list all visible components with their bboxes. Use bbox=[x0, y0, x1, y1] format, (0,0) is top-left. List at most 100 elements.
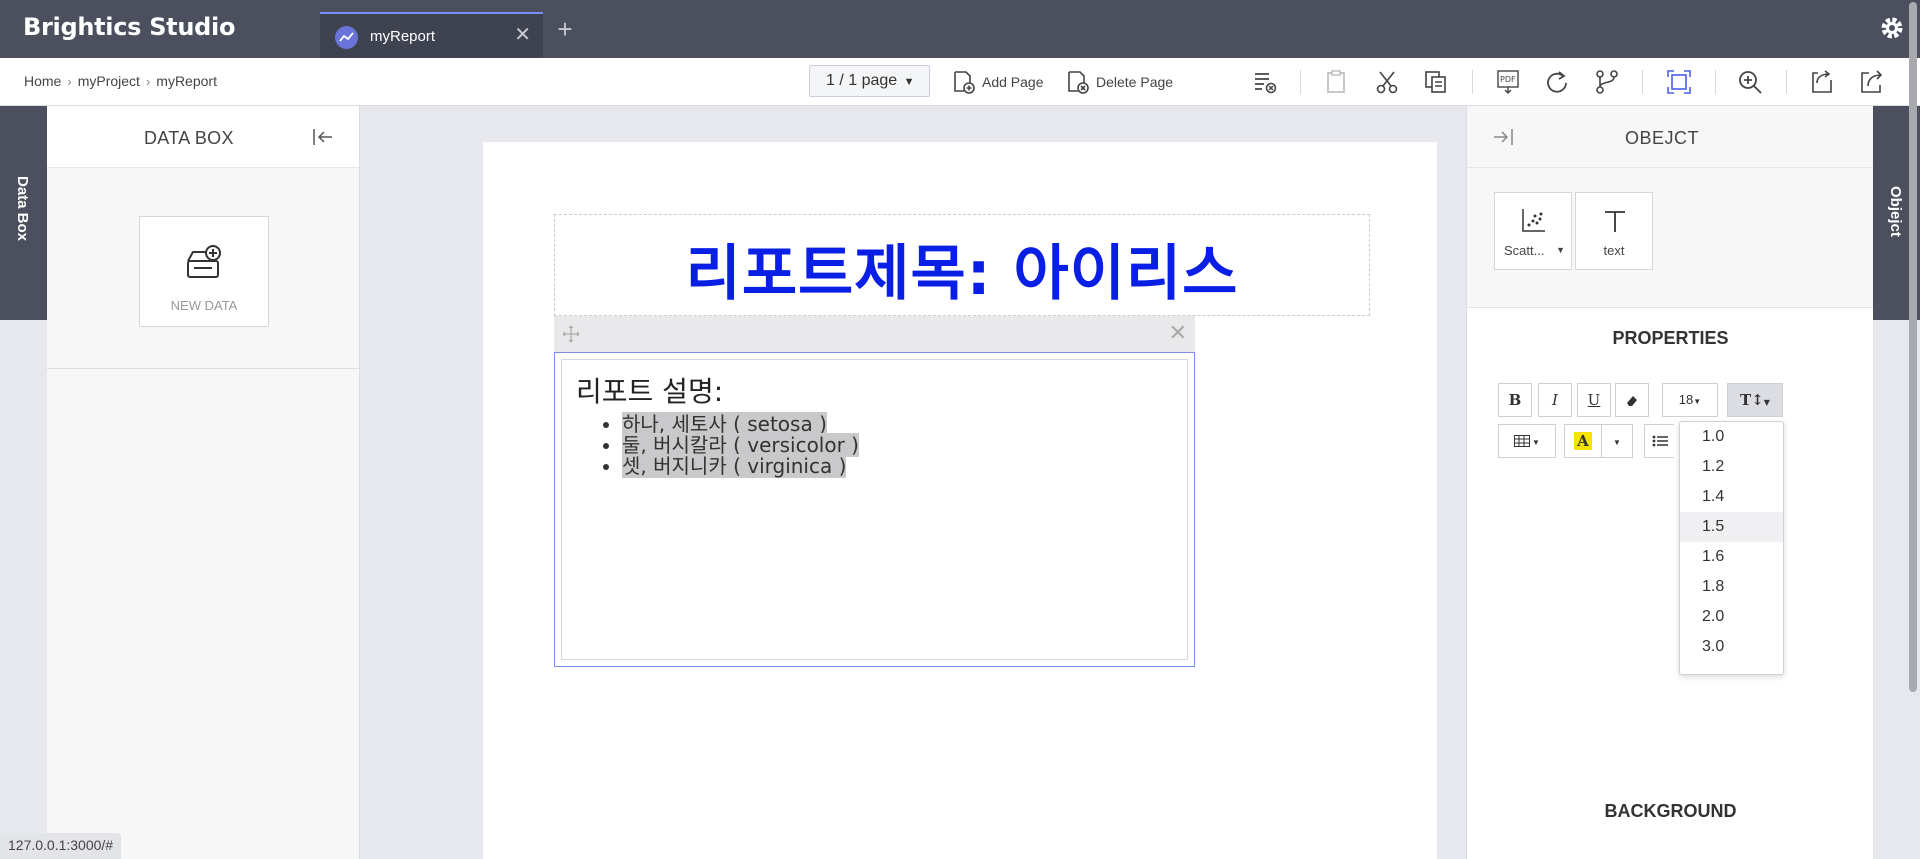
refresh-icon[interactable] bbox=[1543, 68, 1571, 96]
data-box-panel: DATA BOX NEW DATA bbox=[47, 106, 360, 859]
font-size-value: 18 bbox=[1678, 392, 1694, 407]
underline-button[interactable]: U bbox=[1577, 383, 1611, 417]
eraser-button[interactable] bbox=[1615, 383, 1649, 417]
dropdown-option[interactable]: 2.0 bbox=[1680, 602, 1783, 632]
dropdown-option[interactable]: 1.8 bbox=[1680, 572, 1783, 602]
line-height-icon: T↕ bbox=[1740, 391, 1764, 409]
tab-label: myReport bbox=[370, 28, 436, 45]
delete-page-label: Delete Page bbox=[1096, 74, 1174, 90]
dropdown-option[interactable]: 1.4 bbox=[1680, 482, 1783, 512]
object-panel-title: OBEJCT bbox=[1625, 128, 1700, 148]
description-heading: 리포트 설명: bbox=[576, 375, 724, 408]
tab-myreport[interactable]: myReport ✕ bbox=[320, 12, 543, 58]
bullet-list-icon bbox=[1652, 435, 1668, 447]
pdf-export-icon[interactable]: PDF bbox=[1494, 68, 1522, 96]
page-select-label: 1 / 1 page bbox=[826, 72, 898, 89]
italic-button[interactable]: I bbox=[1538, 383, 1572, 417]
new-data-button[interactable]: NEW DATA bbox=[139, 216, 269, 327]
branch-icon[interactable] bbox=[1593, 68, 1621, 96]
scatter-object-button[interactable]: Scatt... ▼ bbox=[1494, 192, 1572, 270]
bold-button[interactable]: B bbox=[1498, 383, 1532, 417]
toolbar-divider bbox=[1300, 70, 1301, 94]
object-side-tab-label: Objejct bbox=[1887, 186, 1904, 237]
move-icon[interactable] bbox=[562, 325, 580, 343]
text-widget[interactable]: 리포트 설명: 하나, 세토사 ( setosa ) 둘, 버시칼라 ( ver… bbox=[554, 352, 1195, 667]
copy-icon[interactable] bbox=[1422, 68, 1450, 96]
top-bar: Brightics Studio myReport ✕ + bbox=[0, 0, 1920, 58]
fit-frame-icon[interactable] bbox=[1665, 68, 1693, 96]
toolbar-divider bbox=[1715, 70, 1716, 94]
highlight-icon: A bbox=[1574, 432, 1592, 450]
add-tab-button[interactable]: + bbox=[547, 14, 583, 50]
gear-icon[interactable] bbox=[1878, 14, 1906, 42]
add-page-icon bbox=[954, 71, 975, 94]
object-panel: OBEJCT Scatt... ▼ text PROPERTIES B I U … bbox=[1466, 106, 1874, 859]
chevron-right-icon: › bbox=[145, 73, 151, 89]
breadcrumb-home[interactable]: Home bbox=[24, 73, 61, 89]
title-text-box[interactable]: 리포트제목: 아이리스 bbox=[554, 214, 1370, 316]
page-scrollbar[interactable] bbox=[1906, 0, 1920, 859]
eraser-icon bbox=[1627, 396, 1637, 407]
text-editor[interactable]: 리포트 설명: 하나, 세토사 ( setosa ) 둘, 버시칼라 ( ver… bbox=[561, 359, 1188, 660]
caret-down-icon: ▼ bbox=[903, 76, 915, 88]
list-button[interactable] bbox=[1644, 424, 1674, 458]
text-object-label: text bbox=[1603, 243, 1625, 258]
text-icon bbox=[1605, 211, 1625, 232]
app-title: Brightics Studio bbox=[23, 13, 236, 41]
table-button[interactable]: ▼ bbox=[1498, 424, 1556, 458]
data-box-header: DATA BOX bbox=[47, 106, 359, 168]
new-data-label: NEW DATA bbox=[170, 298, 238, 313]
data-box-title: DATA BOX bbox=[144, 128, 234, 148]
expand-right-icon[interactable] bbox=[1491, 126, 1515, 148]
breadcrumb-project[interactable]: myProject bbox=[78, 73, 140, 89]
svg-text:PDF: PDF bbox=[1500, 75, 1516, 84]
list-item: 둘, 버시칼라 ( versicolor ) bbox=[622, 433, 1173, 457]
zoom-in-icon[interactable] bbox=[1736, 68, 1764, 96]
line-height-select[interactable]: T↕▼ bbox=[1727, 383, 1783, 417]
breadcrumb-report[interactable]: myReport bbox=[156, 73, 217, 89]
collapse-left-icon[interactable] bbox=[311, 126, 335, 148]
delete-page-button[interactable]: Delete Page bbox=[1064, 67, 1173, 97]
caret-down-icon: ▼ bbox=[1532, 438, 1540, 447]
undo-icon[interactable] bbox=[1808, 68, 1836, 96]
highlight-color-button[interactable]: A bbox=[1564, 424, 1602, 458]
dropdown-option[interactable]: 1.2 bbox=[1680, 452, 1783, 482]
add-page-button[interactable]: Add Page bbox=[950, 67, 1044, 97]
clear-format-icon[interactable] bbox=[1250, 68, 1278, 96]
object-panel-header: OBEJCT bbox=[1467, 106, 1873, 168]
report-canvas: 리포트제목: 아이리스 ✕ 리포트 설명: 하나, 세토사 ( setosa )… bbox=[360, 106, 1466, 859]
highlight-caret-button[interactable]: ▼ bbox=[1601, 424, 1633, 458]
dropdown-option[interactable]: 3.0 bbox=[1680, 632, 1783, 662]
font-size-select[interactable]: 18▼ bbox=[1662, 383, 1718, 417]
status-url: 127.0.0.1:3000/# bbox=[0, 833, 122, 859]
delete-page-icon bbox=[1068, 71, 1089, 94]
caret-down-icon: ▼ bbox=[1763, 397, 1770, 407]
close-icon[interactable]: ✕ bbox=[514, 25, 531, 45]
properties-title: PROPERTIES bbox=[1612, 328, 1729, 348]
page-select[interactable]: 1 / 1 page ▼ bbox=[809, 65, 930, 97]
data-box-side-tab-label: Data Box bbox=[14, 176, 31, 242]
report-page[interactable]: 리포트제목: 아이리스 ✕ 리포트 설명: 하나, 세토사 ( setosa )… bbox=[483, 142, 1437, 859]
dropdown-option[interactable]: 1.0 bbox=[1680, 422, 1783, 452]
cut-icon[interactable] bbox=[1373, 68, 1401, 96]
breadcrumb: Home › myProject › myReport bbox=[24, 73, 217, 89]
dropdown-option[interactable]: 1.6 bbox=[1680, 542, 1783, 572]
close-icon[interactable]: ✕ bbox=[1169, 322, 1187, 344]
report-title: 리포트제목: 아이리스 bbox=[685, 239, 1239, 309]
data-box-side-tab[interactable]: Data Box bbox=[0, 106, 47, 320]
toolbar-divider bbox=[1786, 70, 1787, 94]
dropdown-option-selected[interactable]: 1.5 bbox=[1680, 512, 1783, 542]
text-object-button[interactable]: text bbox=[1575, 192, 1653, 270]
caret-down-icon: ▼ bbox=[1693, 397, 1702, 406]
paste-icon[interactable] bbox=[1322, 68, 1350, 96]
toolbar: Home › myProject › myReport 1 / 1 page ▼… bbox=[0, 58, 1920, 106]
list-item: 셋, 버지니카 ( virginica ) bbox=[622, 454, 1173, 478]
caret-down-icon[interactable]: ▼ bbox=[1556, 245, 1565, 255]
table-icon bbox=[1514, 435, 1531, 448]
text-widget-handle[interactable]: ✕ bbox=[554, 316, 1195, 352]
chart-icon bbox=[335, 26, 358, 49]
scrollbar-thumb[interactable] bbox=[1909, 2, 1917, 692]
object-list: Scatt... ▼ text bbox=[1467, 168, 1874, 308]
share-icon[interactable] bbox=[1857, 68, 1885, 96]
toolbar-divider bbox=[1472, 70, 1473, 94]
